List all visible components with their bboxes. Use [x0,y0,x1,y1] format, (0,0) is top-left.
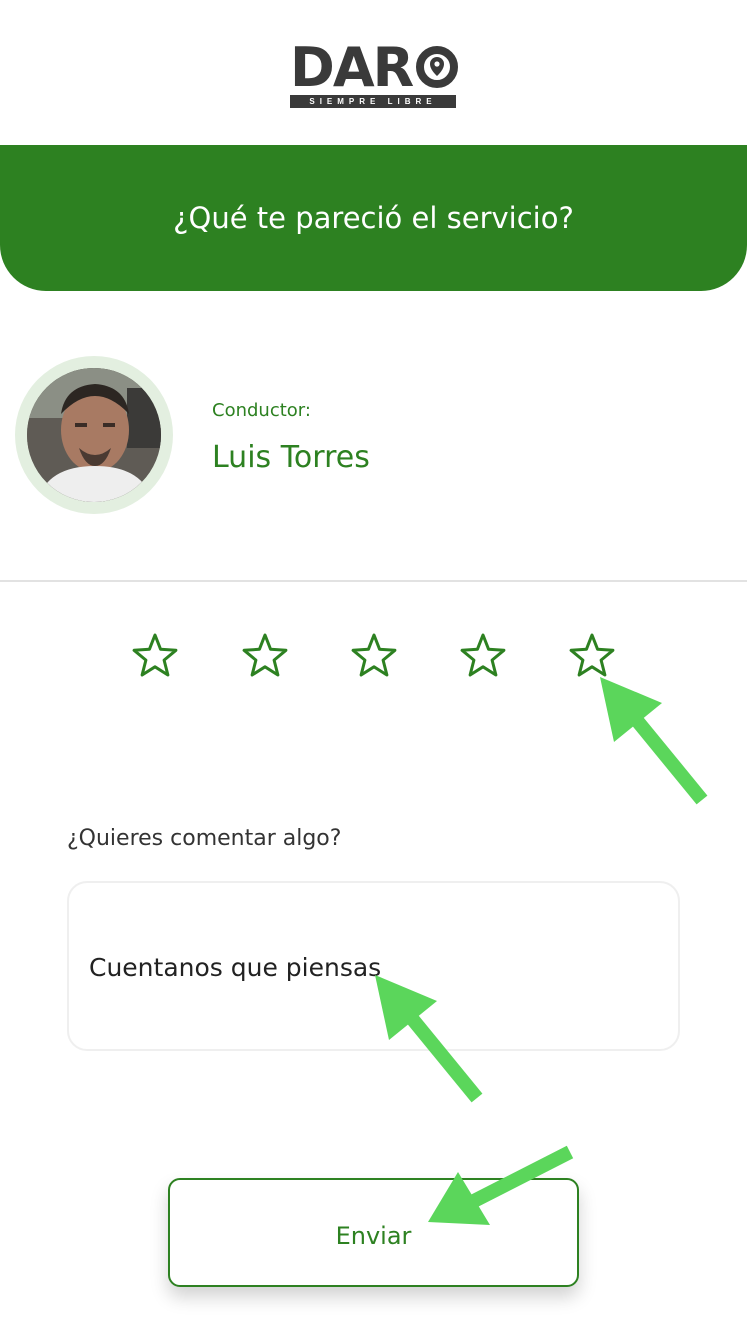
driver-photo [27,368,161,502]
arrow-to-star-icon [600,677,708,805]
star-rating [0,632,747,680]
star-1[interactable] [132,632,178,678]
section-divider [0,580,747,582]
comment-label: ¿Quieres comentar algo? [67,826,342,851]
star-3[interactable] [351,632,397,678]
star-outline-icon [460,633,506,677]
driver-avatar [27,368,161,502]
daro-logo: DAR SIEMPRE LIBRE [290,40,458,110]
star-2[interactable] [242,632,288,678]
star-outline-icon [132,633,178,677]
star-4[interactable] [460,632,506,678]
comment-box [67,881,680,1051]
send-button-label: Enviar [335,1222,412,1250]
star-outline-icon [569,633,615,677]
star-5[interactable] [569,632,615,678]
logo-tagline: SIEMPRE LIBRE [290,95,456,108]
comment-input[interactable] [89,937,649,997]
location-pin-icon [416,46,458,88]
star-outline-icon [242,633,288,677]
logo-wordmark: DAR [290,36,414,99]
driver-name: Luis Torres [212,440,370,475]
star-outline-icon [351,633,397,677]
driver-label: Conductor: [212,400,311,421]
page-title: ¿Qué te pareció el servicio? [173,201,574,235]
send-button[interactable]: Enviar [168,1178,579,1287]
